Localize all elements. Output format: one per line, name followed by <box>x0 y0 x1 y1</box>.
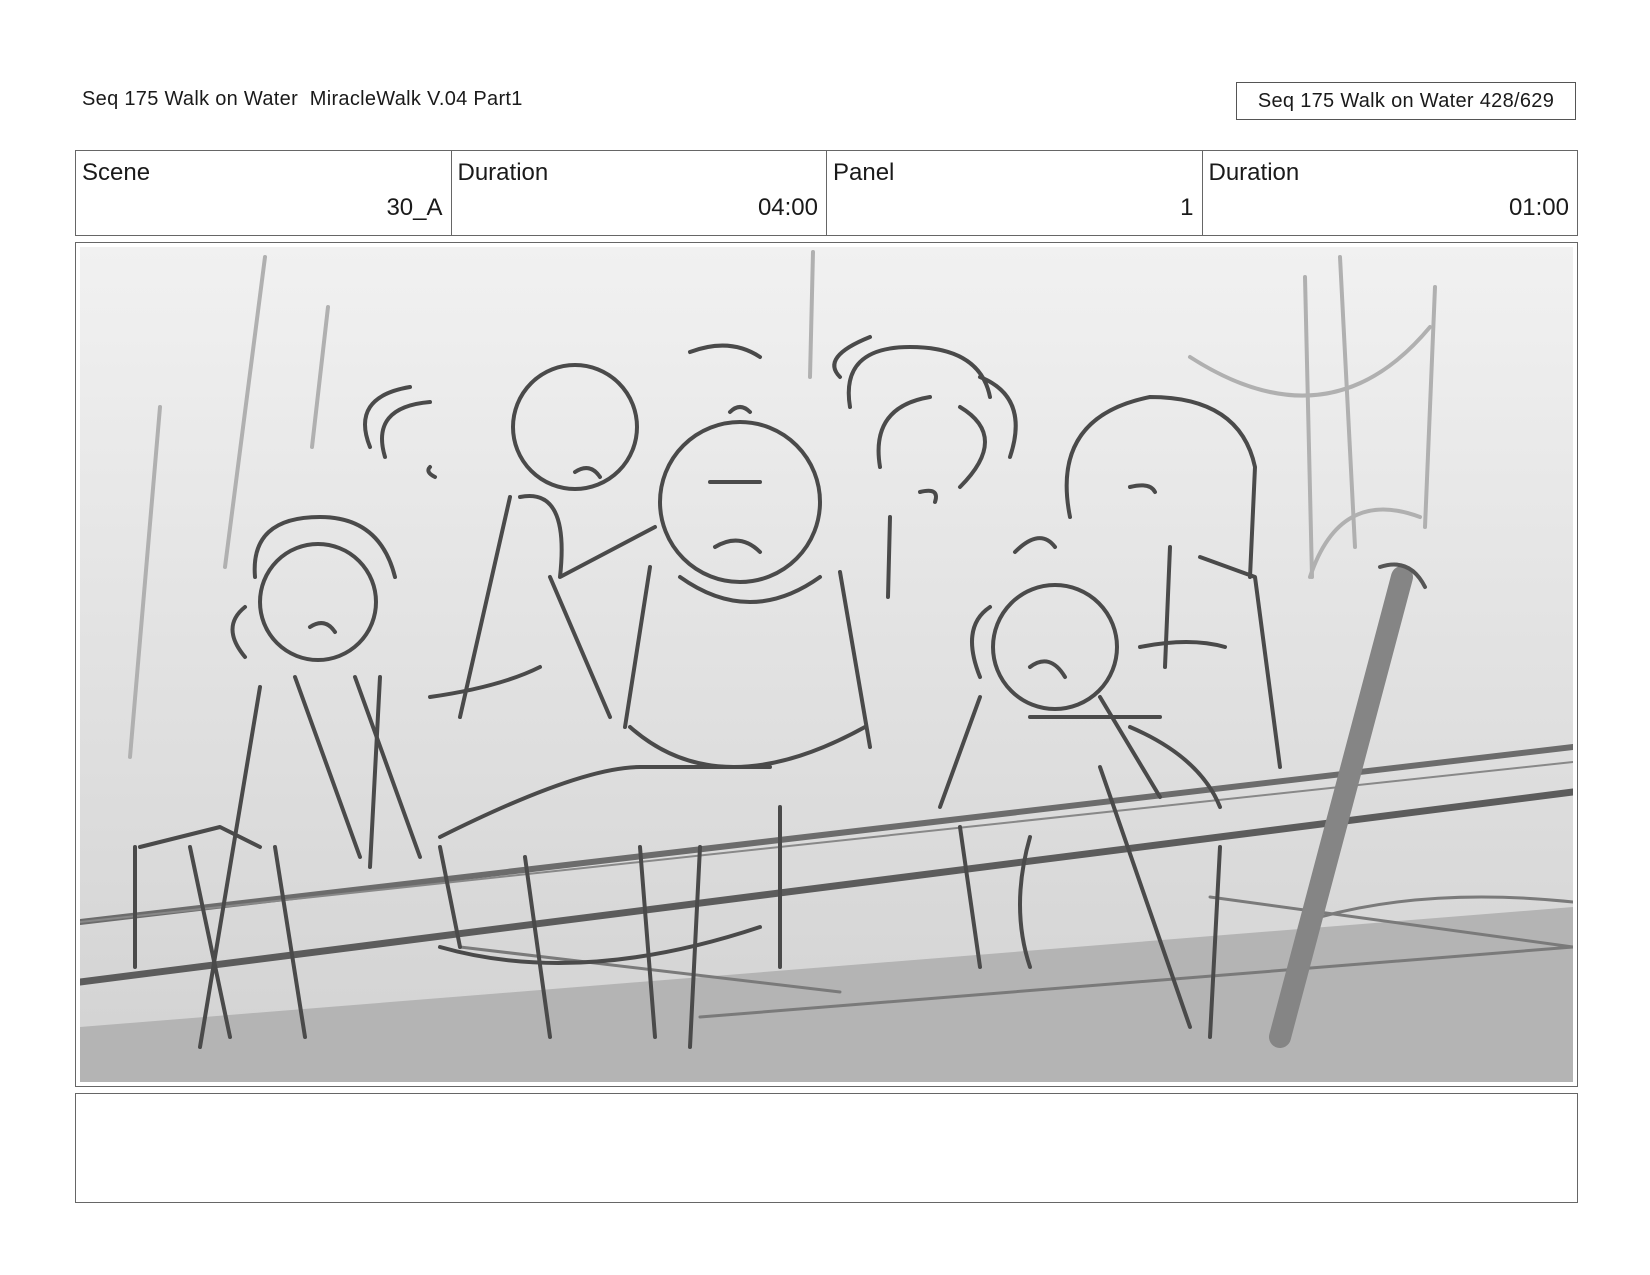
panel-value: 1 <box>1180 194 1194 221</box>
panel-cell: Panel 1 <box>827 151 1203 235</box>
panel-duration-cell: Duration 01:00 <box>1203 151 1578 235</box>
panel-duration-label: Duration <box>1208 159 1300 186</box>
scene-label: Scene <box>82 159 151 186</box>
panel-info-table: Scene 30_A Duration 04:00 Panel 1 Durati… <box>75 150 1578 236</box>
scene-cell: Scene 30_A <box>76 151 452 235</box>
scene-duration-value: 04:00 <box>757 194 818 221</box>
scene-value: 30_A <box>386 194 443 221</box>
panel-label: Panel <box>833 159 895 186</box>
storyboard-panel <box>75 242 1578 1087</box>
scene-duration-cell: Duration 04:00 <box>452 151 827 235</box>
document-title: Seq 175 Walk on Water MiracleWalk V.04 P… <box>82 88 523 110</box>
scene-duration-label: Duration <box>457 159 549 186</box>
page-counter: Seq 175 Walk on Water 428/629 <box>1236 82 1576 120</box>
notes-box <box>75 1093 1578 1203</box>
panel-duration-value: 01:00 <box>1508 194 1569 221</box>
storyboard-sketch <box>80 247 1573 1082</box>
